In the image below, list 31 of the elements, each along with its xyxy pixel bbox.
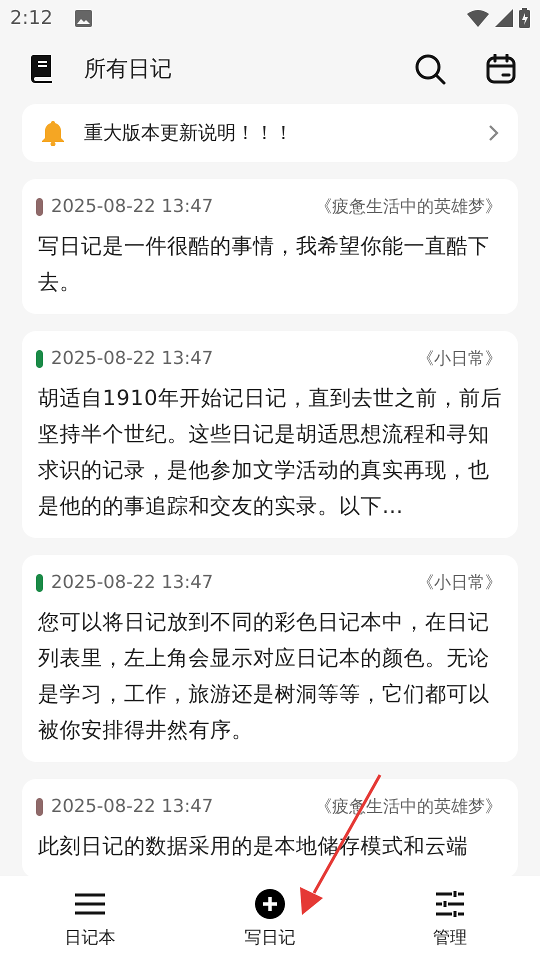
menu-icon (75, 892, 105, 914)
chevron-right-icon (488, 124, 500, 142)
nav-tab[interactable]: 管理 (360, 876, 540, 960)
diary-card[interactable]: 2025-08-22 13:47 《小日常》 胡适自1910年开始记日记，直到去世之前，前后坚持半个世纪。这些日记是胡适思想流程和寻知求识的记录，是他参加文学活动的真实再现，也是他的的事追踪和交友的实录。以下… (22, 331, 518, 538)
page-title: 所有日记 (84, 56, 172, 84)
entry-date: 2025-08-22 13:47 (51, 572, 214, 593)
nav-tab[interactable]: 日记本 (0, 876, 180, 960)
entry-date: 2025-08-22 13:47 (51, 196, 214, 217)
entry-date: 2025-08-22 13:47 (51, 348, 214, 369)
notice-card[interactable]: 重大版本更新说明！！！ (22, 104, 518, 162)
entry-text: 写日记是一件很酷的事情，我希望你能一直酷下去。 (38, 233, 490, 296)
notebook-name: 《小日常》 (417, 348, 502, 370)
plus-circle-icon (255, 888, 285, 918)
sliders-icon (436, 890, 464, 916)
diary-card[interactable]: 2025-08-22 13:47 《疲惫生活中的英雄梦》 写日记是一件很酷的事情，我希望你能一直酷下去。 (22, 179, 518, 314)
entry-date: 2025-08-22 13:47 (51, 796, 214, 817)
notice-text: 重大版本更新说明！！！ (84, 121, 294, 146)
notebook-name: 《疲惫生活中的英雄梦》 (315, 196, 502, 218)
book-icon[interactable] (30, 55, 54, 83)
calendar-icon[interactable] (486, 54, 516, 84)
bell-icon (40, 120, 66, 146)
signal-icon (495, 9, 513, 27)
notebook-name: 《小日常》 (417, 572, 502, 594)
image-icon (74, 10, 92, 26)
wifi-icon (467, 10, 489, 26)
entry-text: 胡适自1910年开始记日记，直到去世之前，前后坚持半个世纪。这些日记是胡适思想流程和寻知求识的记录，是他参加文学活动的真实再现，也是他的的事追踪和交友的实录。以下… (38, 385, 502, 520)
status-time: 2:12 (10, 7, 53, 29)
search-icon[interactable] (414, 53, 446, 85)
battery-icon (519, 8, 530, 28)
entry-text: 您可以将日记放到不同的彩色日记本中，在日记列表里，左上角会显示对应日记本的颜色。无论是学习，工作，旅游还是树洞等等，它们都可以被你安排得井然有序。 (38, 609, 490, 744)
diary-card[interactable]: 2025-08-22 13:47 《小日常》 您可以将日记放到不同的彩色日记本中，在日记列表里，左上角会显示对应日记本的颜色。无论是学习，工作，旅游还是树洞等等，它们都可以被你安排得井然有序。 (22, 555, 518, 762)
